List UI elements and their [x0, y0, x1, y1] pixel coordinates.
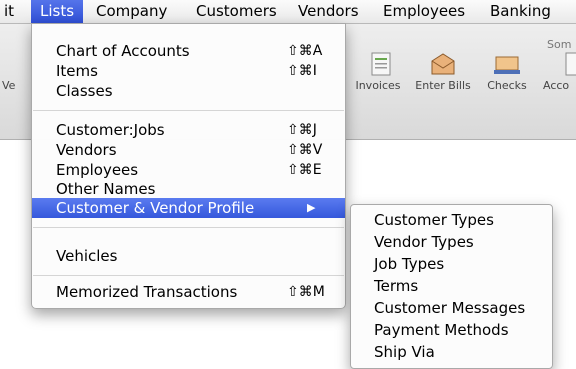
- menu-item-customer-jobs[interactable]: Customer:Jobs ⇧⌘J: [32, 120, 345, 140]
- menu-item-label: Classes: [56, 82, 113, 100]
- menu-item-items[interactable]: Items ⇧⌘I: [32, 61, 345, 81]
- menu-item-label: Employees: [56, 161, 139, 179]
- menu-item-shortcut: ⇧⌘V: [287, 142, 323, 158]
- submenu-item-label: Customer Messages: [374, 299, 526, 317]
- submenu-item-label: Terms: [374, 277, 419, 295]
- submenu-item-payment-methods[interactable]: Payment Methods: [351, 319, 552, 341]
- menu-item-shortcut: ⇧⌘I: [287, 63, 317, 79]
- customer-vendor-profile-submenu: Customer Types Vendor Types Job Types Te…: [350, 204, 553, 369]
- menu-customers[interactable]: Customers: [190, 0, 283, 23]
- submenu-arrow-icon: ▶: [307, 201, 316, 214]
- menu-item-label: Customer:Jobs: [56, 121, 165, 139]
- enter-bills-icon[interactable]: [430, 51, 456, 77]
- accounts-icon[interactable]: [562, 51, 576, 77]
- menu-item-label: Vendors: [56, 141, 117, 159]
- submenu-item-label: Customer Types: [374, 211, 494, 229]
- menu-item-shortcut: ⇧⌘J: [287, 122, 317, 138]
- menu-item-chart-of-accounts[interactable]: Chart of Accounts ⇧⌘A: [32, 41, 345, 61]
- lists-menu-dropdown: Chart of Accounts ⇧⌘A Items ⇧⌘I Classes …: [31, 23, 346, 309]
- menu-item-label: Items: [56, 62, 98, 80]
- menu-item-memorized-transactions[interactable]: Memorized Transactions ⇧⌘M: [32, 282, 345, 302]
- toolbar-accounts-button[interactable]: Acco: [543, 79, 576, 92]
- menu-item-other-names[interactable]: Other Names: [32, 179, 345, 199]
- menu-item-label: Other Names: [56, 180, 156, 198]
- menu-item-vehicles[interactable]: Vehicles: [32, 246, 345, 266]
- submenu-item-vendor-types[interactable]: Vendor Types: [351, 231, 552, 253]
- menu-item-classes[interactable]: Classes: [32, 81, 345, 101]
- toolbar-checks-button[interactable]: Checks: [477, 79, 537, 92]
- checks-icon[interactable]: [494, 51, 520, 77]
- menu-lists[interactable]: Lists: [31, 0, 84, 23]
- menu-item-label: Customer & Vendor Profile: [56, 199, 255, 217]
- menu-banking[interactable]: Banking: [484, 0, 557, 23]
- invoices-icon[interactable]: [368, 51, 394, 77]
- menu-separator: [33, 275, 344, 276]
- menu-item-customer-vendor-profile[interactable]: Customer & Vendor Profile ▶: [32, 198, 345, 218]
- menu-item-label: Vehicles: [56, 247, 118, 265]
- submenu-item-label: Vendor Types: [374, 233, 474, 251]
- toolbar-invoices-button[interactable]: Invoices: [348, 79, 408, 92]
- menu-separator: [33, 227, 344, 228]
- menu-company[interactable]: Company: [90, 0, 173, 23]
- menu-item-label: Chart of Accounts: [56, 42, 190, 60]
- menu-employees[interactable]: Employees: [377, 0, 471, 23]
- toolbar-section-label: Som: [547, 38, 572, 51]
- menu-item-vendors[interactable]: Vendors ⇧⌘V: [32, 140, 345, 160]
- menu-item-shortcut: ⇧⌘E: [287, 162, 322, 178]
- menu-separator: [33, 110, 344, 111]
- submenu-item-label: Payment Methods: [374, 321, 509, 339]
- submenu-item-label: Job Types: [374, 255, 445, 273]
- submenu-item-customer-types[interactable]: Customer Types: [351, 209, 552, 231]
- submenu-item-label: Ship Via: [374, 343, 435, 361]
- menu-bar: it Lists Company Customers Vendors Emplo…: [0, 0, 576, 24]
- menu-edit-partial[interactable]: it: [0, 0, 18, 23]
- menu-item-shortcut: ⇧⌘A: [287, 43, 323, 59]
- submenu-item-job-types[interactable]: Job Types: [351, 253, 552, 275]
- submenu-item-terms[interactable]: Terms: [351, 275, 552, 297]
- menu-item-label: Memorized Transactions: [56, 283, 238, 301]
- menu-item-employees[interactable]: Employees ⇧⌘E: [32, 160, 345, 180]
- toolbar-partial-left-label: Ve: [2, 79, 16, 92]
- submenu-item-customer-messages[interactable]: Customer Messages: [351, 297, 552, 319]
- toolbar-enter-bills-button[interactable]: Enter Bills: [413, 79, 473, 92]
- menu-vendors[interactable]: Vendors: [292, 0, 365, 23]
- submenu-item-ship-via[interactable]: Ship Via: [351, 341, 552, 363]
- menu-item-shortcut: ⇧⌘M: [287, 284, 325, 300]
